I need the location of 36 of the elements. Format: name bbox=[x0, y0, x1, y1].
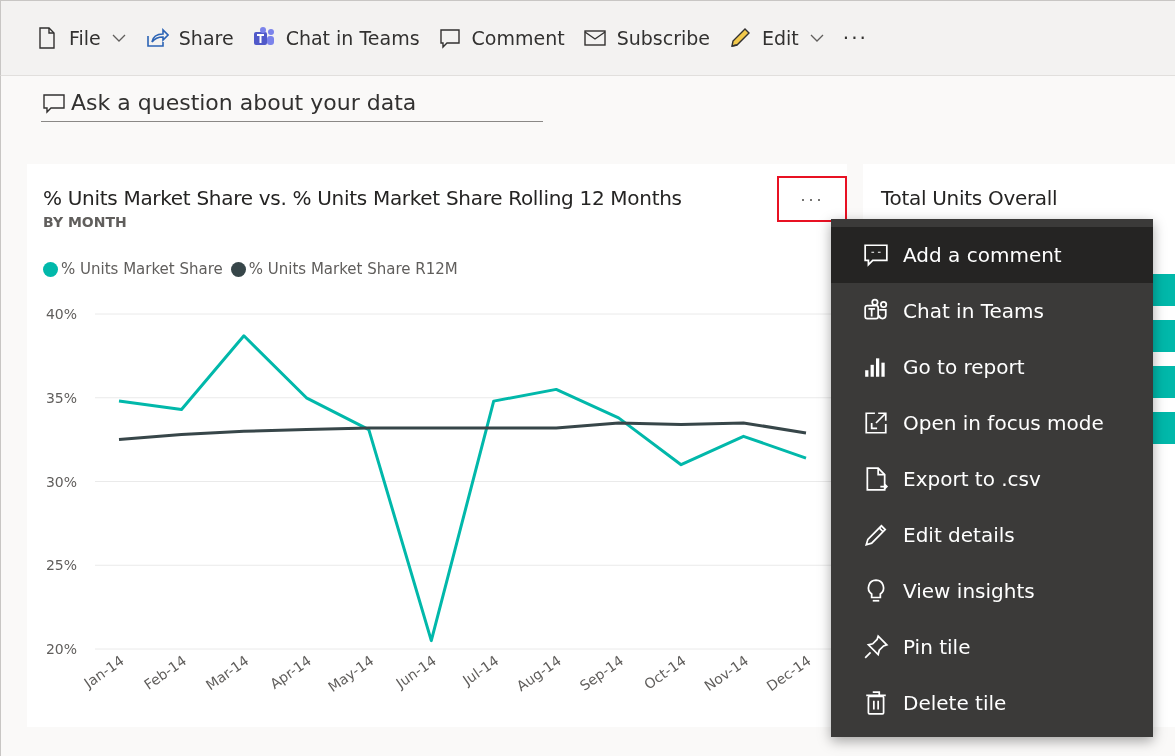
menu-item[interactable]: Chat in Teams bbox=[831, 283, 1153, 339]
toolbar-button[interactable]: Chat in Teams bbox=[243, 20, 428, 56]
tile-subtitle: BY MONTH bbox=[43, 214, 128, 230]
export-icon bbox=[863, 466, 889, 492]
toolbar-button[interactable]: Subscribe bbox=[574, 20, 718, 56]
focus-mode-icon bbox=[863, 410, 889, 436]
y-axis-label: 30% bbox=[45, 473, 77, 490]
toolbar-button[interactable]: File bbox=[27, 20, 135, 56]
y-axis-label: 20% bbox=[45, 641, 77, 657]
pin-icon bbox=[863, 634, 889, 660]
menu-item[interactable]: Pin tile bbox=[831, 619, 1153, 675]
toolbar-button[interactable]: Share bbox=[136, 20, 242, 56]
tile-title: % Units Market Share vs. % Units Market Share Rolling 12 Months bbox=[43, 186, 682, 210]
tile-title: Total Units Overall bbox=[881, 186, 1059, 210]
menu-item[interactable]: Go to report bbox=[831, 339, 1153, 395]
legend-label: % Units Market Share R12M bbox=[248, 260, 458, 278]
menu-item[interactable]: Edit details bbox=[831, 507, 1153, 563]
menu-item[interactable]: Add a comment bbox=[831, 227, 1153, 283]
toolbar-button[interactable]: Edit bbox=[720, 20, 833, 56]
more-button[interactable]: ··· bbox=[834, 20, 876, 56]
menu-item[interactable]: View insights bbox=[831, 563, 1153, 619]
share-icon bbox=[144, 26, 169, 50]
comment-icon bbox=[437, 26, 462, 50]
legend-label: % Units Market Share bbox=[61, 260, 223, 278]
pencil-icon bbox=[863, 522, 889, 548]
pencil-icon bbox=[728, 26, 752, 50]
trash-icon bbox=[863, 690, 889, 716]
menu-item[interactable]: Open in focus mode bbox=[831, 395, 1153, 451]
y-axis-label: 40% bbox=[45, 306, 77, 322]
comment-icon bbox=[863, 242, 889, 268]
y-axis-label: 25% bbox=[45, 557, 77, 574]
toolbar-button[interactable]: Comment bbox=[429, 20, 573, 56]
menu-item[interactable]: Delete tile bbox=[831, 675, 1153, 731]
qna-input-field[interactable]: Ask a question about your data bbox=[41, 90, 543, 122]
menu-item[interactable]: Export to .csv bbox=[831, 451, 1153, 507]
y-axis-label: 35% bbox=[45, 389, 77, 406]
